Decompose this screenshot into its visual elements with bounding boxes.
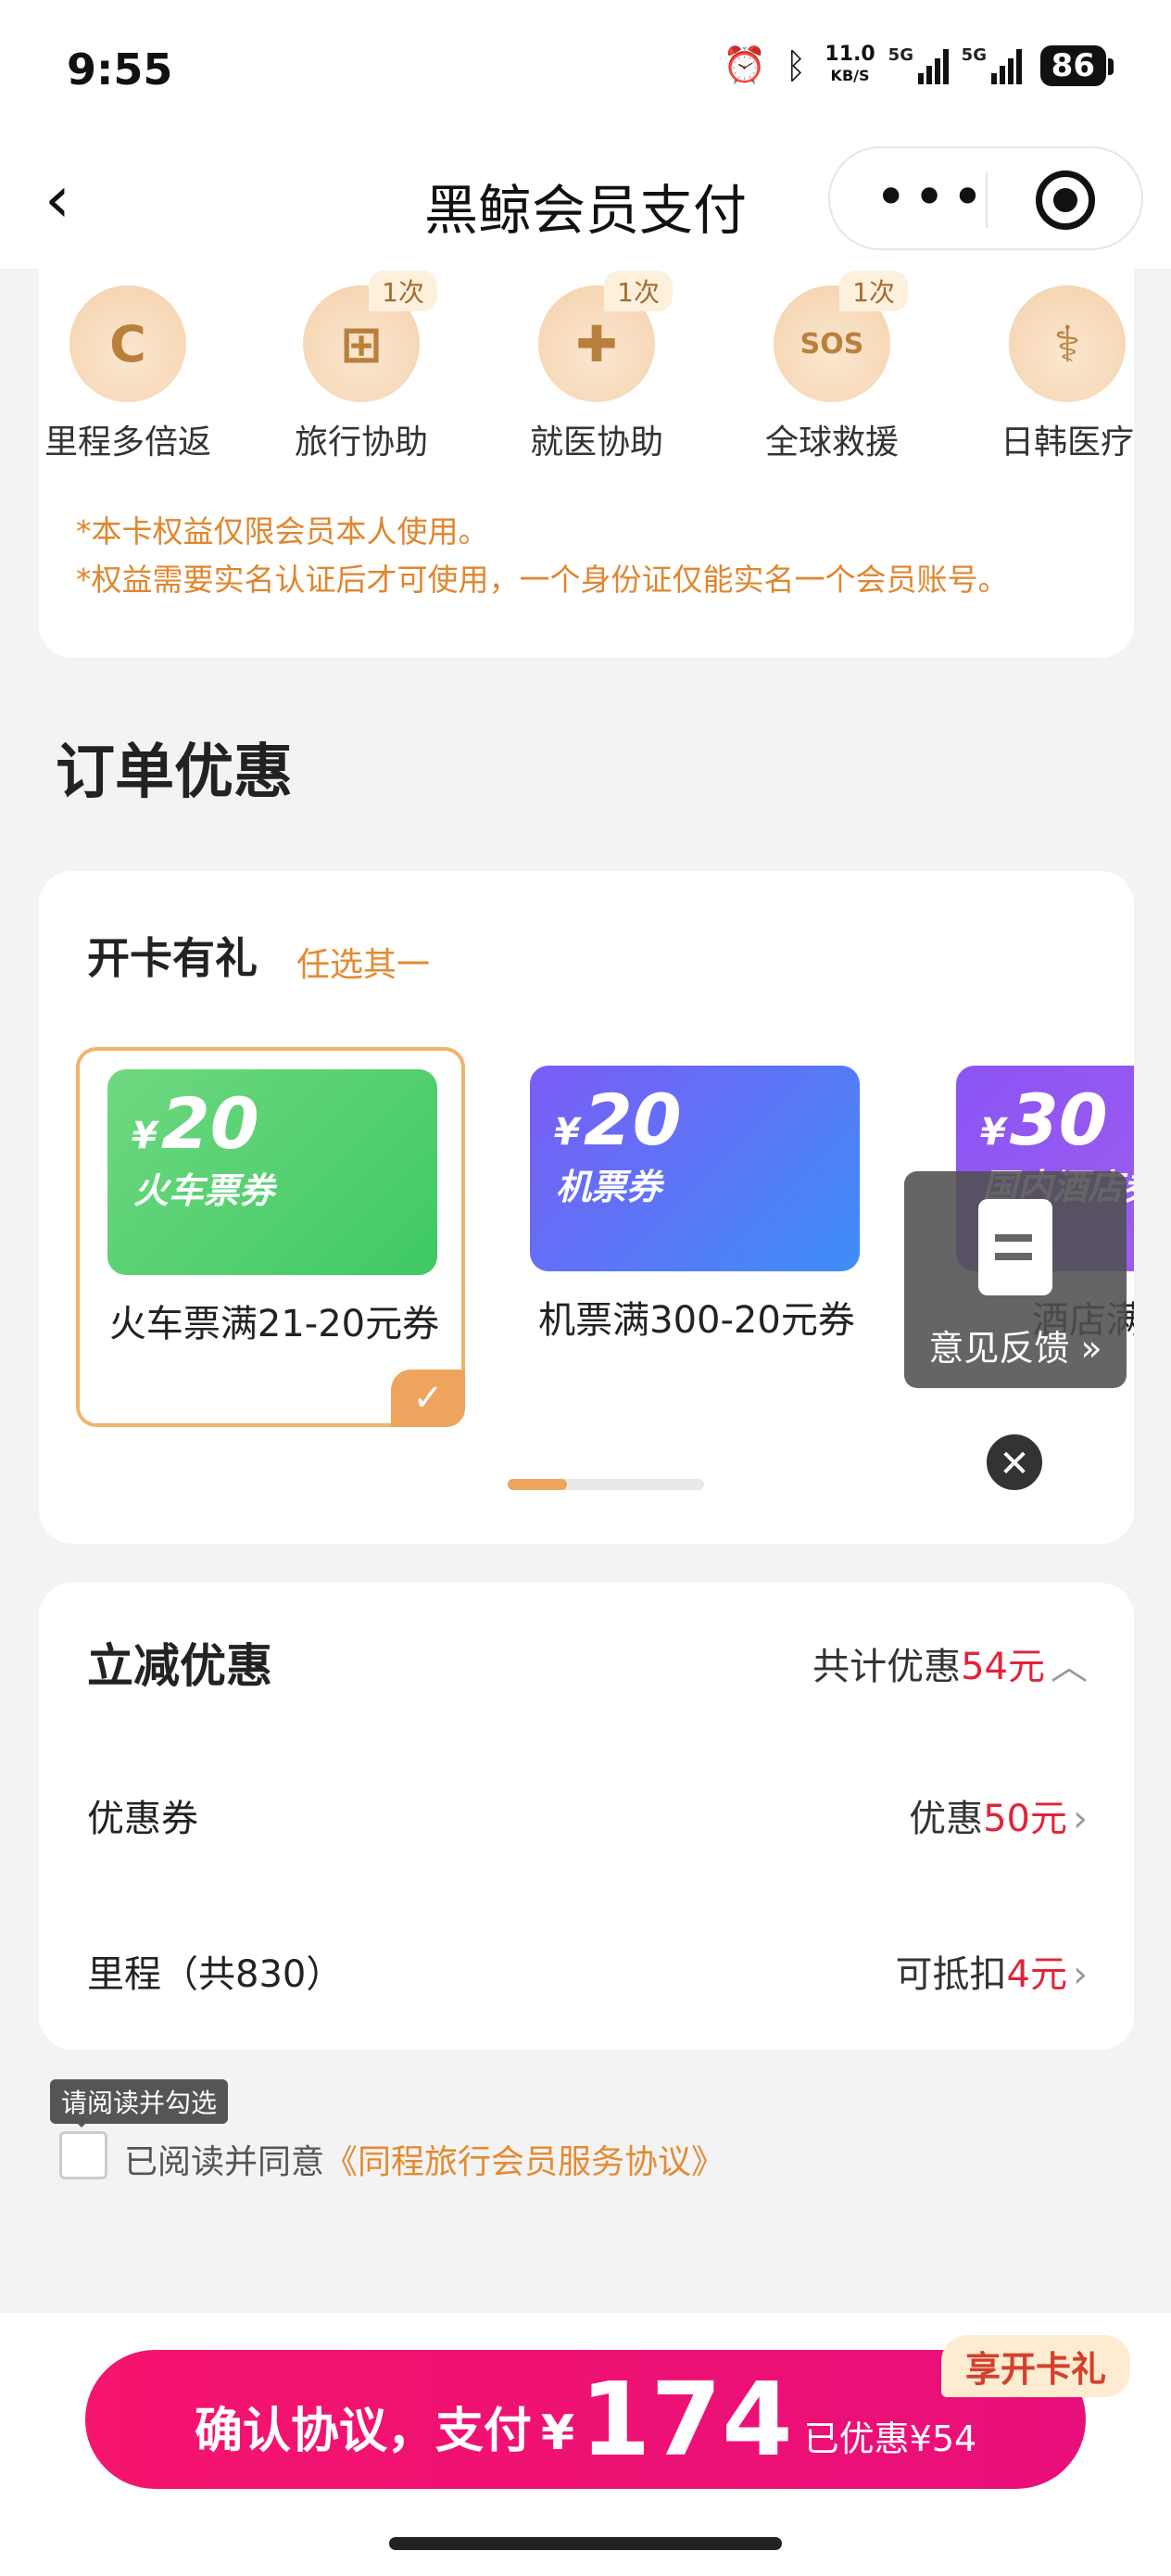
mileage-row[interactable]: 里程（共830） 可抵扣4元 › — [87, 1944, 1088, 1998]
net-speed: 11.0 KB/S — [825, 44, 875, 86]
coupon-row[interactable]: 优惠券 优惠50元 › — [87, 1788, 1088, 1842]
chevron-right-icon: › — [1073, 1953, 1088, 1996]
coupon-amount-value: 30 — [1009, 1079, 1108, 1161]
check-icon: ✓ — [391, 1370, 465, 1427]
benefit-label: 日韩医疗 — [1000, 423, 1134, 461]
benefit-label: 全球救援 — [764, 423, 899, 461]
coupon-amount-value: 20 — [160, 1082, 259, 1165]
coupon-row-label: 优惠券 — [87, 1798, 198, 1840]
instant-discount-card: 立减优惠 共计优惠54元 ︿ 优惠券 优惠50元 › 里程（共830） 可抵扣4元 › — [39, 1583, 1134, 2050]
benefits-card: C 里程多倍返 ⊞ 旅行协助 1次 ✚ 就医协助 1次 SOS 全球救援 1次 ⚕ 日韩医疗 *本卡权益… — [39, 269, 1134, 658]
coupon-type: 火车票券 — [133, 1170, 275, 1211]
bottom-bar: 确认协议，支付 ¥ 174 已优惠¥54 享开卡礼 — [0, 2313, 1171, 2576]
coupon-image: ¥20 机票券 — [530, 1066, 860, 1271]
gift-title: 开卡有礼 — [87, 933, 258, 983]
benefit-item[interactable]: C 里程多倍返 — [39, 285, 220, 463]
coupon-currency: ¥ — [980, 1111, 1006, 1154]
section-title: 订单优惠 — [56, 738, 293, 807]
benefit-label: 里程多倍返 — [44, 423, 211, 461]
benefit-note: *权益需要实名认证后才可使用，一个身份证仅能实名一个会员账号。 — [76, 562, 1009, 598]
signal-label: 5G — [961, 44, 987, 65]
status-time: 9:55 — [67, 44, 173, 95]
coupon-row-value: 优惠50元 › — [909, 1788, 1088, 1842]
benefit-item[interactable]: SOS 全球救援 1次 — [739, 271, 925, 463]
agreement-label: 已阅读并同意 — [124, 2143, 325, 2181]
mileage-value-prefix: 可抵扣 — [895, 1953, 1007, 1996]
pay-currency: ¥ — [540, 2406, 575, 2461]
feedback-edit-icon — [978, 1199, 1052, 1295]
mileage-row-value: 可抵扣4元 › — [896, 1944, 1088, 1998]
signal-icon: 5G — [962, 45, 1022, 84]
benefit-notes: *本卡权益仅限会员本人使用。 *权益需要实名认证后才可使用，一个身份证仅能实名一… — [76, 508, 1009, 604]
gift-subtitle: 任选其一 — [296, 946, 431, 984]
mini-program-capsule: ••• — [828, 146, 1143, 250]
status-icons: ⏰ ᛒ 11.0 KB/S 5G 5G 86 — [723, 44, 1114, 86]
mileage-value: 4元 — [1006, 1953, 1067, 1996]
chevron-right-icon: › — [1073, 1798, 1088, 1840]
alarm-icon: ⏰ — [723, 44, 767, 85]
feedback-close-icon[interactable]: ✕ — [984, 1432, 1045, 1493]
battery-icon: 86 — [1039, 44, 1114, 86]
home-indicator — [389, 2537, 782, 2550]
coupon-amount: ¥20 — [554, 1079, 682, 1161]
coupon-value: 50元 — [983, 1798, 1067, 1840]
agreement-checkbox[interactable] — [59, 2131, 107, 2179]
gift-tag: 享开卡礼 — [941, 2335, 1131, 2397]
coupon-option[interactable]: ¥20 机票券机票满300-20元券 — [502, 1047, 891, 1427]
benefit-badge: 1次 — [369, 271, 437, 311]
mileage-row-label: 里程（共830） — [87, 1953, 344, 1996]
coupon-amount: ¥20 — [132, 1082, 259, 1165]
discount-total-row[interactable]: 立减优惠 共计优惠54元 ︿ — [87, 1629, 1088, 1696]
net-speed-unit: KB/S — [830, 67, 870, 84]
benefit-item[interactable]: ✚ 就医协助 1次 — [504, 271, 689, 463]
discount-total: 共计优惠54元 ︿ — [812, 1636, 1088, 1690]
pay-saved: 已优惠¥54 — [803, 2418, 977, 2459]
benefit-label: 就医协助 — [529, 423, 663, 461]
coupon-name: 机票满300-20元券 — [538, 1299, 855, 1342]
status-bar: 9:55 ⏰ ᛒ 11.0 KB/S 5G 5G 86 — [0, 0, 1171, 139]
scroll-indicator — [508, 1479, 704, 1490]
more-icon[interactable]: ••• — [875, 165, 989, 230]
pay-label: 确认协议，支付 — [194, 2404, 532, 2459]
bluetooth-icon: ᛒ — [785, 44, 807, 86]
coupon-image: ¥20 火车票券 — [107, 1069, 437, 1275]
net-speed-value: 11.0 — [825, 43, 875, 66]
coupon-currency: ¥ — [132, 1115, 157, 1157]
signal-icon: 5G — [888, 45, 949, 84]
benefit-item[interactable]: ⊞ 旅行协助 1次 — [269, 271, 454, 463]
capsule-divider — [986, 172, 988, 228]
chevron-up-icon: ︿ — [1051, 1646, 1088, 1688]
coupon-value-prefix: 优惠 — [909, 1798, 984, 1840]
discount-total-label: 共计优惠 — [812, 1646, 962, 1688]
nav-bar: ‹ 黑鲸会员支付 ••• — [0, 139, 1171, 269]
mileage-icon: C — [69, 285, 186, 402]
benefit-label: 旅行协助 — [294, 423, 428, 461]
feedback-button[interactable]: 意见反馈 » — [904, 1171, 1127, 1388]
benefit-note: *本卡权益仅限会员本人使用。 — [76, 513, 489, 549]
benefit-badge: 1次 — [839, 271, 908, 311]
coupon-option[interactable]: ¥20 火车票券火车票满21-20元券 ✓ — [76, 1047, 465, 1427]
coupon-amount: ¥30 — [980, 1079, 1108, 1161]
stethoscope-icon: ⚕ — [1009, 285, 1126, 402]
pay-button[interactable]: 确认协议，支付 ¥ 174 已优惠¥54 — [85, 2350, 1086, 2489]
feedback-label: 意见反馈 » — [928, 1328, 1102, 1369]
pay-amount: 174 — [580, 2360, 793, 2479]
coupon-type: 机票券 — [556, 1167, 662, 1207]
coupon-name: 火车票满21-20元券 — [108, 1303, 440, 1345]
discount-title: 立减优惠 — [87, 1639, 272, 1693]
coupon-amount-value: 20 — [583, 1079, 682, 1161]
close-mini-program-icon[interactable] — [1036, 170, 1095, 230]
agreement-tooltip: 请阅读并勾选 — [50, 2079, 229, 2128]
signal-label: 5G — [888, 44, 913, 65]
discount-total-value: 54元 — [961, 1646, 1045, 1688]
agreement-link[interactable]: 《同程旅行会员服务协议》 — [324, 2143, 724, 2181]
benefit-item[interactable]: ⚕ 日韩医疗 — [975, 285, 1134, 463]
benefit-badge: 1次 — [604, 271, 673, 311]
coupon-currency: ¥ — [554, 1111, 580, 1154]
agreement-text: 已阅读并同意《同程旅行会员服务协议》 — [124, 2135, 724, 2183]
